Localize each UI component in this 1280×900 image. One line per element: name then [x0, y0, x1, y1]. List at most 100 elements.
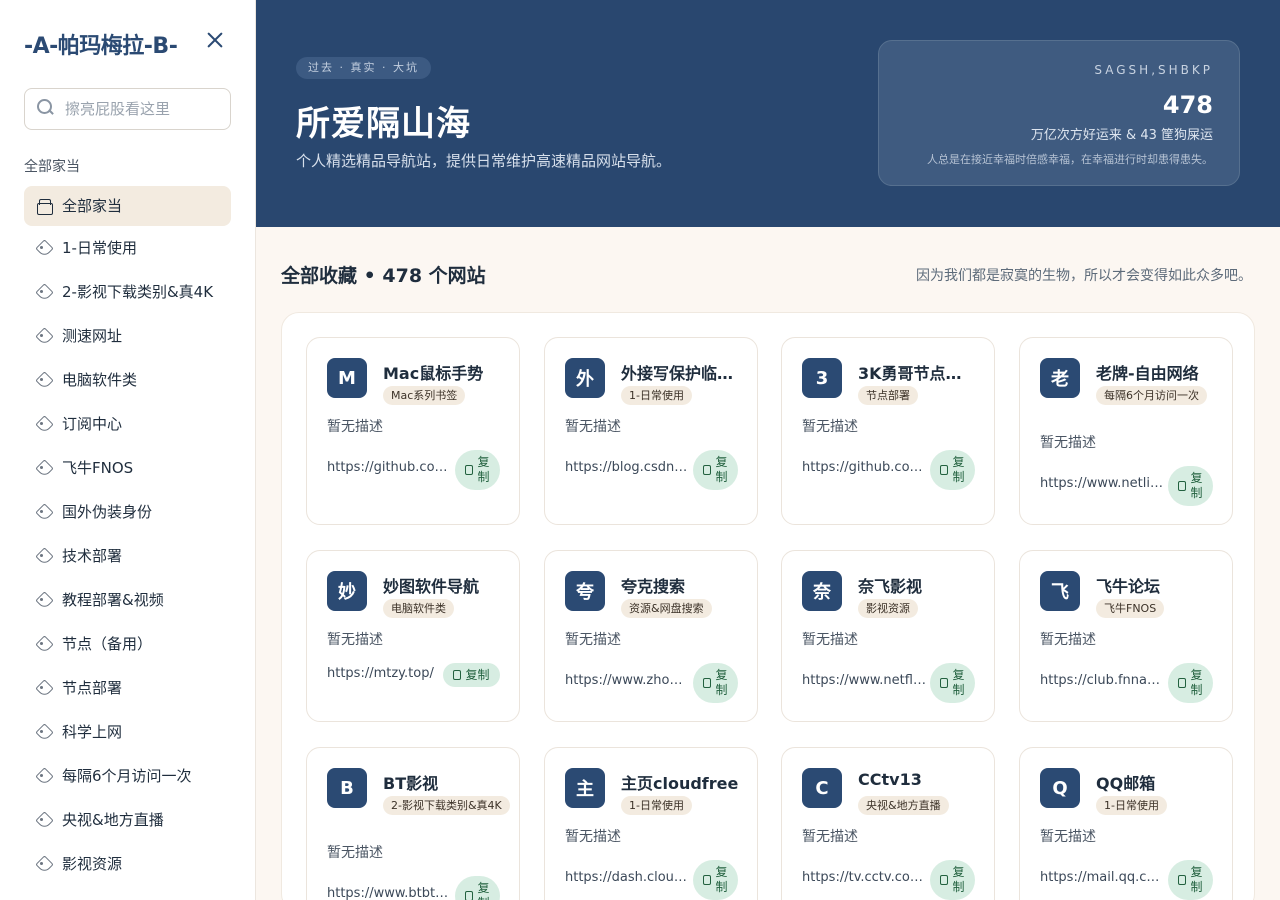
- category-badge[interactable]: 1-日常使用: [621, 796, 692, 815]
- site-title[interactable]: BT影视: [383, 770, 503, 794]
- site-avatar: C: [802, 768, 842, 808]
- site-title[interactable]: 飞牛论坛: [1096, 573, 1216, 597]
- sidebar-item[interactable]: 每隔6个月访问一次: [24, 754, 231, 798]
- category-badge[interactable]: 1-日常使用: [621, 386, 692, 405]
- copy-button[interactable]: 复制: [455, 450, 500, 490]
- site-card[interactable]: C CCtv13 央视&地方直播暂无描述 https://tv.cctv.com/l……: [781, 747, 995, 900]
- site-card[interactable]: 奈奈飞影视 影视资源 暂无描述 https://www.netflix… 复制: [781, 550, 995, 722]
- site-url[interactable]: https://dash.cloudfl…: [565, 870, 689, 885]
- sidebar-item[interactable]: 2-影视下载类别&真4K: [24, 270, 231, 314]
- category-badge[interactable]: 飞牛FNOS: [1096, 599, 1165, 618]
- copy-button[interactable]: 复制: [1168, 663, 1213, 703]
- site-description: 暂无描述: [565, 632, 621, 648]
- site-url[interactable]: https://www.zhongc…: [565, 673, 689, 688]
- copy-button[interactable]: 复制: [455, 876, 500, 900]
- copy-label: 复制: [952, 455, 965, 484]
- tag-icon: [36, 240, 52, 256]
- copy-button[interactable]: 复制: [930, 663, 975, 703]
- site-title[interactable]: Mac鼠标手势: [383, 360, 503, 384]
- site-url[interactable]: https://github.com/…: [327, 460, 451, 475]
- copy-label: 复制: [465, 667, 490, 682]
- site-url[interactable]: https://mail.qq.com…: [1040, 870, 1164, 885]
- sidebar-item-label: 测速网址: [62, 327, 123, 345]
- site-url[interactable]: https://www.btbtla…: [327, 886, 451, 900]
- copy-button[interactable]: 复制: [1168, 466, 1213, 506]
- category-badge[interactable]: 2-影视下载类别&真4K: [383, 796, 510, 815]
- site-title[interactable]: 奈飞影视: [858, 573, 978, 597]
- site-url[interactable]: https://tv.cctv.com/l…: [802, 870, 926, 885]
- site-url[interactable]: https://www.netlib…: [1040, 476, 1164, 491]
- sidebar-item[interactable]: 技术部署: [24, 534, 231, 578]
- site-title[interactable]: QQ邮箱: [1096, 770, 1216, 794]
- category-badge[interactable]: 每隔6个月访问一次: [1096, 386, 1207, 405]
- stats-line: 万亿次方好运来 & 43 筐狗屎运: [1030, 128, 1213, 143]
- site-url[interactable]: https://blog.csdn.ne…: [565, 460, 689, 475]
- clipboard-icon: [702, 875, 711, 885]
- search-input[interactable]: [65, 89, 225, 129]
- site-url[interactable]: https://github.com/…: [802, 460, 926, 475]
- category-badge[interactable]: 节点部署: [858, 386, 918, 405]
- clipboard-icon: [464, 891, 473, 900]
- sidebar-item[interactable]: 测速网址: [24, 314, 231, 358]
- site-description: 暂无描述: [327, 845, 383, 861]
- site-url[interactable]: https://www.netflix…: [802, 673, 926, 688]
- category-badge[interactable]: 央视&地方直播: [858, 796, 949, 815]
- copy-button[interactable]: 复制: [930, 450, 975, 490]
- site-card[interactable]: 老老牌-自由网络 每隔6个月访问一次 暂无描述 https://www.netlib……: [1019, 337, 1233, 525]
- site-title[interactable]: CCtv13: [858, 770, 978, 789]
- site-title[interactable]: 主页cloudfree: [621, 770, 741, 794]
- copy-button[interactable]: 复制: [1168, 860, 1213, 900]
- site-avatar: 夸: [565, 571, 605, 611]
- site-card[interactable]: 飞飞牛论坛飞牛FNOS暂无描述 https://club.fnnas.c… 复制: [1019, 550, 1233, 722]
- category-badge[interactable]: Mac系列书签: [383, 386, 466, 405]
- copy-button[interactable]: 复制: [930, 860, 975, 900]
- site-title[interactable]: 3K勇哥节点…: [858, 360, 978, 384]
- site-card[interactable]: 3 3K勇哥节点… 节点部署 暂无描述 https://github.com/… 复制: [781, 337, 995, 525]
- category-badge[interactable]: 电脑软件类: [383, 599, 454, 618]
- sidebar-item[interactable]: 1-日常使用: [24, 226, 231, 270]
- site-url[interactable]: https://mtzy.top/: [327, 666, 437, 681]
- site-title[interactable]: 外接写保护临…: [621, 360, 741, 384]
- sidebar-item-label: 1-日常使用: [62, 239, 137, 257]
- sidebar-item[interactable]: 央视&地方直播: [24, 798, 231, 842]
- sidebar-item[interactable]: 教程部署&视频: [24, 578, 231, 622]
- tag-icon: [36, 680, 52, 696]
- site-description: 暂无描述: [1040, 829, 1096, 845]
- sidebar-item[interactable]: 科学上网: [24, 710, 231, 754]
- category-badge[interactable]: 影视资源: [858, 599, 918, 618]
- site-card[interactable]: M Mac鼠标手势 Mac系列书签 暂无描述 https://github.com/… 复…: [306, 337, 520, 525]
- site-url[interactable]: https://club.fnnas.c…: [1040, 673, 1164, 688]
- sidebar-item[interactable]: 节点部署: [24, 666, 231, 710]
- site-brand[interactable]: -A-帕玛梅拉-B-: [24, 28, 178, 60]
- site-card[interactable]: Q QQ邮箱 1-日常使用暂无描述 https://mail.qq.com… 复制: [1019, 747, 1233, 900]
- copy-button[interactable]: 复制: [693, 860, 738, 900]
- stats-count: 478: [1162, 91, 1213, 119]
- site-title[interactable]: 老牌-自由网络: [1096, 360, 1216, 384]
- tag-icon: [36, 724, 52, 740]
- sidebar-item[interactable]: 飞牛FNOS: [24, 446, 231, 490]
- close-icon[interactable]: [203, 28, 227, 52]
- sidebar-item[interactable]: 国外伪装身份: [24, 490, 231, 534]
- hero-banner: 过去 · 真实 · 大坑 所爱隔山海 个人精选精品导航站，提供日常维护高速精品网…: [256, 0, 1280, 227]
- sidebar-item-label: 科学上网: [62, 723, 123, 741]
- site-avatar: M: [327, 358, 367, 398]
- site-card[interactable]: 夸夸克搜索资源&网盘搜索暂无描述 https://www.zhongc… 复制: [544, 550, 758, 722]
- category-badge[interactable]: 1-日常使用: [1096, 796, 1167, 815]
- site-title[interactable]: 夸克搜索: [621, 573, 741, 597]
- category-badge[interactable]: 资源&网盘搜索: [621, 599, 712, 618]
- site-title[interactable]: 妙图软件导航: [383, 573, 503, 597]
- sidebar-item[interactable]: 订阅中心: [24, 402, 231, 446]
- site-card[interactable]: B BT影视 2-影视下载类别&真4K 暂无描述 https://www.btbtla……: [306, 747, 520, 900]
- sidebar-item[interactable]: 全部家当: [24, 186, 231, 226]
- sidebar-item[interactable]: 节点（备用）: [24, 622, 231, 666]
- copy-button[interactable]: 复制: [693, 663, 738, 703]
- sidebar-item-label: 节点（备用）: [62, 635, 153, 653]
- site-card[interactable]: 妙妙图软件导航 电脑软件类 暂无描述 https://mtzy.top/复制: [306, 550, 520, 722]
- sidebar-item[interactable]: 影视资源: [24, 842, 231, 886]
- copy-button[interactable]: 复制: [443, 663, 500, 687]
- site-card[interactable]: 外外接写保护临… 1-日常使用暂无描述 https://blog.csdn.ne… 复…: [544, 337, 758, 525]
- clipboard-icon: [939, 465, 948, 475]
- copy-button[interactable]: 复制: [693, 450, 738, 490]
- sidebar-item[interactable]: 电脑软件类: [24, 358, 231, 402]
- site-card[interactable]: 主主页cloudfree 1-日常使用 暂无描述 https://dash.cloud…: [544, 747, 758, 900]
